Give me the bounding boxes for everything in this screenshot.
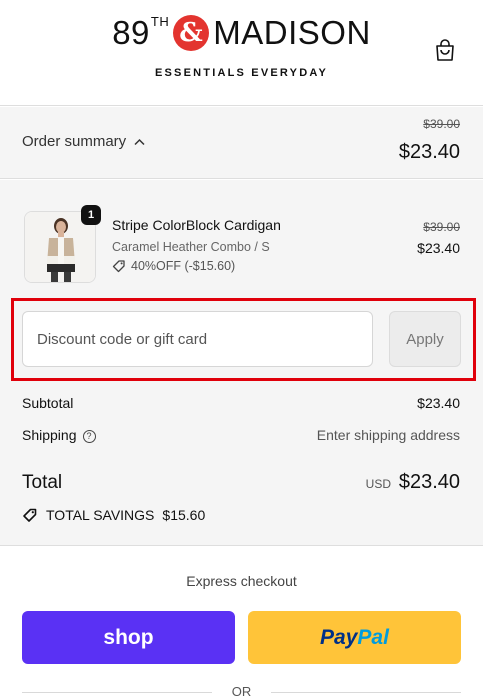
order-summary-label[interactable]: Order summary <box>22 133 145 150</box>
total-value: $23.40 <box>398 471 460 493</box>
or-label: OR <box>231 684 252 699</box>
paypal-pay-text: Pay <box>320 625 358 649</box>
total-savings: TOTAL SAVINGS $15.60 <box>22 507 205 523</box>
total-label: Total <box>22 472 63 493</box>
logo-number: 89 <box>112 14 150 51</box>
shipping-label: Shipping <box>22 427 77 443</box>
question-icon[interactable]: ? <box>82 430 96 443</box>
discount-code-input[interactable] <box>22 311 373 367</box>
quantity-badge: 1 <box>81 205 101 225</box>
chevron-up-icon <box>134 138 145 145</box>
shipping-row: Shipping? <box>22 427 96 443</box>
subtotal-label: Subtotal <box>22 395 74 411</box>
logo-name: MADISON <box>213 14 371 51</box>
savings-label: TOTAL SAVINGS <box>46 507 155 523</box>
shop-pay-button[interactable]: shop <box>22 611 235 664</box>
product-price: $23.40 <box>417 240 460 256</box>
summary-original-price: $39.00 <box>423 117 460 131</box>
order-summary-text: Order summary <box>22 133 127 150</box>
apply-button[interactable]: Apply <box>389 311 461 367</box>
product-variant: Caramel Heather Combo / S <box>112 240 270 254</box>
product-discount-text: 40%OFF (-$15.60) <box>131 259 236 273</box>
brand-logo[interactable]: 89 TH & MADISON <box>0 14 483 52</box>
logo-superscript: TH <box>150 13 170 29</box>
shopping-bag-icon[interactable] <box>434 38 456 62</box>
product-discount: 40%OFF (-$15.60) <box>112 259 235 273</box>
shipping-value: Enter shipping address <box>316 427 460 443</box>
tag-icon <box>23 508 37 522</box>
product-name: Stripe ColorBlock Cardigan <box>112 217 281 233</box>
savings-value: $15.60 <box>162 507 206 523</box>
summary-total: $23.40 <box>398 141 460 163</box>
brand-tagline: ESSENTIALS EVERYDAY <box>154 67 329 79</box>
product-original-price: $39.00 <box>423 220 460 234</box>
paypal-pal-text: Pal <box>357 625 389 649</box>
currency-code: USD <box>365 477 391 491</box>
logo-ampersand: & <box>173 15 210 51</box>
or-divider: OR <box>22 684 461 700</box>
subtotal-value: $23.40 <box>417 395 460 411</box>
tag-icon <box>112 260 125 273</box>
express-checkout-title: Express checkout <box>186 573 297 589</box>
paypal-button[interactable]: PayPal <box>248 611 461 664</box>
